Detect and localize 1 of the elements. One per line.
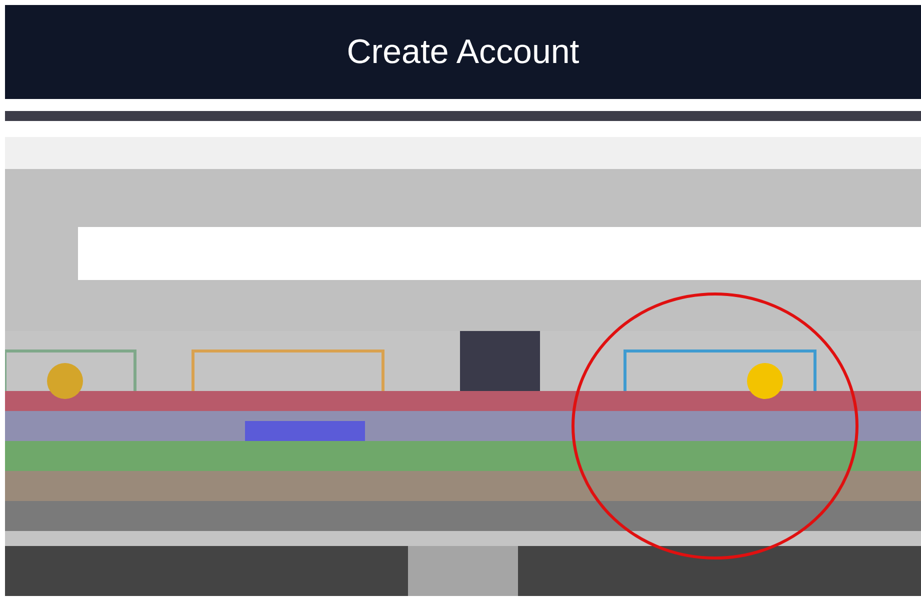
page-title: Create Account	[346, 32, 580, 72]
